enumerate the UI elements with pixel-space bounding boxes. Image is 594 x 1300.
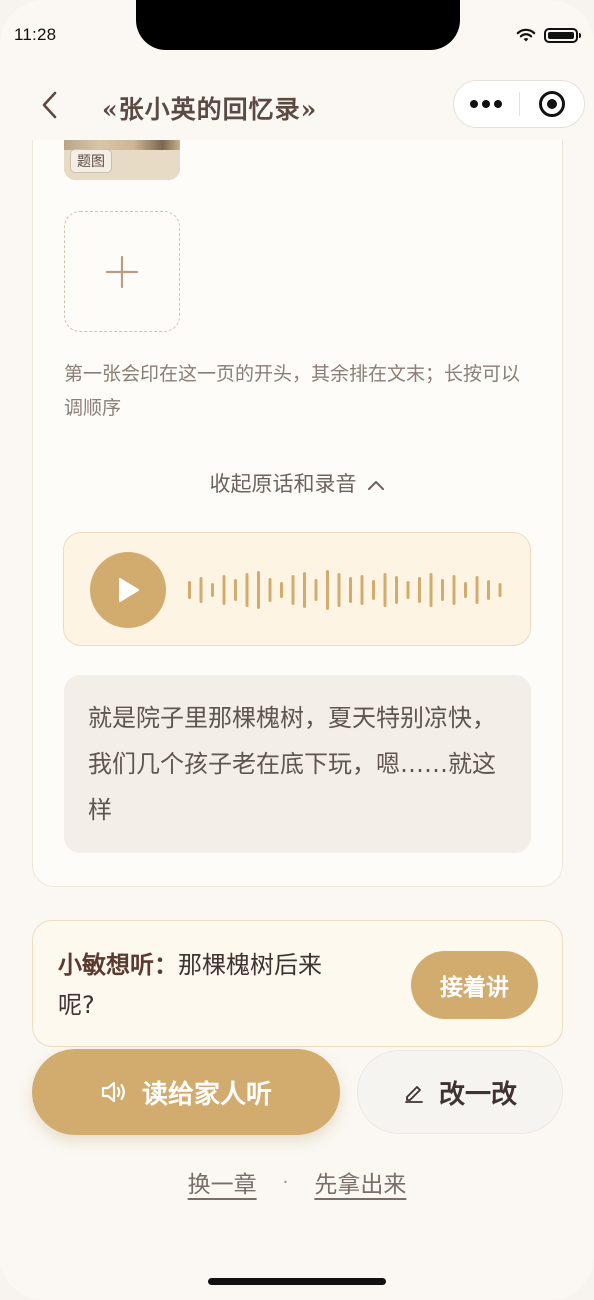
listener-request-card: 小敏想听：那棵槐树后来呢? 接着讲 bbox=[32, 920, 563, 1047]
edit-button[interactable]: 改一改 bbox=[357, 1050, 563, 1134]
phone-screen: 11:28 题图 第一张会印在这一页的开头，其余排在文末；长按可以调顺序 收起原… bbox=[0, 0, 594, 1300]
transcript-text: 就是院子里那棵槐树，夏天特别凉快，我们几个孩子老在底下玩，嗯……就这样 bbox=[64, 675, 531, 853]
waveform-bar bbox=[291, 575, 295, 605]
waveform-bar bbox=[464, 582, 467, 598]
take-out-link[interactable]: 先拿出来 bbox=[314, 1165, 406, 1199]
listener-request-text: 小敏想听：那棵槐树后来呢? bbox=[58, 945, 358, 1025]
more-dots-icon bbox=[470, 100, 479, 108]
collapse-recording-toggle[interactable]: 收起原话和录音 bbox=[0, 468, 594, 498]
waveform-bar bbox=[395, 576, 398, 604]
audio-player bbox=[63, 532, 531, 646]
waveform-bar bbox=[314, 579, 318, 601]
speaker-icon bbox=[101, 1081, 125, 1103]
status-icons bbox=[516, 28, 581, 43]
audio-waveform[interactable] bbox=[188, 569, 508, 611]
notch bbox=[136, 0, 460, 50]
waveform-bar bbox=[337, 573, 341, 607]
waveform-bar bbox=[234, 579, 237, 601]
home-indicator bbox=[208, 1278, 386, 1285]
plus-icon bbox=[105, 255, 139, 288]
waveform-bar bbox=[360, 575, 364, 605]
page-title: «张小英的回忆录» bbox=[102, 95, 318, 124]
navigation-bar: «张小英的回忆录» bbox=[0, 70, 594, 140]
waveform-bar bbox=[452, 575, 456, 605]
battery-icon bbox=[544, 28, 581, 43]
collapse-label: 收起原话和录音 bbox=[209, 472, 357, 496]
cover-badge: 题图 bbox=[70, 149, 112, 173]
target-icon bbox=[538, 91, 565, 117]
wifi-icon bbox=[516, 28, 536, 42]
waveform-bar bbox=[199, 577, 203, 603]
waveform-bar bbox=[383, 573, 387, 607]
back-button[interactable] bbox=[36, 90, 66, 120]
waveform-bar bbox=[245, 573, 249, 607]
waveform-bar bbox=[487, 580, 490, 600]
waveform-bar bbox=[429, 573, 433, 607]
waveform-bar bbox=[441, 579, 444, 601]
waveform-bar bbox=[406, 581, 410, 599]
pencil-icon bbox=[405, 1086, 423, 1103]
listener-name: 小敏想听： bbox=[58, 951, 178, 979]
chevron-up-icon bbox=[367, 481, 384, 490]
waveform-bar bbox=[257, 571, 260, 609]
waveform-bar bbox=[211, 583, 214, 597]
more-options-button[interactable] bbox=[454, 80, 519, 128]
waveform-bar bbox=[475, 576, 479, 604]
waveform-bar bbox=[222, 575, 226, 605]
secondary-links: 换一章 · 先拿出来 bbox=[0, 1165, 594, 1199]
play-button[interactable] bbox=[90, 552, 166, 628]
waveform-bar bbox=[280, 582, 283, 598]
edit-label: 改一改 bbox=[438, 1079, 517, 1110]
add-photo-button[interactable] bbox=[64, 211, 180, 332]
waveform-bar bbox=[268, 578, 272, 602]
waveform-bar bbox=[188, 581, 191, 599]
read-to-family-button[interactable]: 读给家人听 bbox=[32, 1049, 340, 1135]
waveform-bar bbox=[326, 570, 329, 610]
read-to-family-label: 读给家人听 bbox=[141, 1079, 272, 1110]
back-arrow-icon bbox=[42, 91, 57, 119]
play-icon bbox=[119, 578, 139, 602]
waveform-bar bbox=[349, 577, 352, 603]
close-mini-program-button[interactable] bbox=[520, 80, 585, 128]
photo-order-hint: 第一张会印在这一页的开头，其余排在文末；长按可以调顺序 bbox=[64, 363, 521, 419]
status-time: 11:28 bbox=[14, 25, 57, 44]
continue-telling-button[interactable]: 接着讲 bbox=[411, 951, 538, 1019]
link-separator: · bbox=[282, 1171, 289, 1193]
waveform-bar bbox=[418, 577, 421, 603]
waveform-bar bbox=[303, 572, 306, 608]
change-chapter-link[interactable]: 换一章 bbox=[188, 1165, 257, 1199]
waveform-bar bbox=[372, 580, 375, 600]
mini-program-capsule bbox=[453, 80, 585, 128]
waveform-bar bbox=[498, 583, 502, 597]
